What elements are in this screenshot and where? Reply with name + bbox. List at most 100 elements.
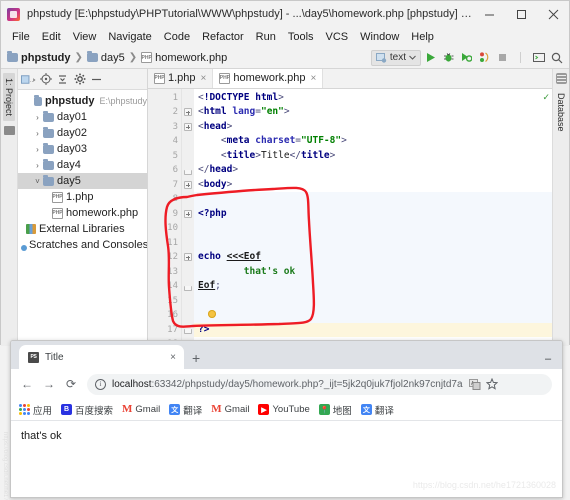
code-area[interactable]: 1 2 3 4 5 6 7 8 9 10 11 12 13 14 15 16 1… <box>148 88 552 346</box>
fold-marker[interactable] <box>182 250 194 265</box>
tree-item-day03[interactable]: › day03 <box>18 141 147 157</box>
tree-item-label: Scratches and Consoles <box>29 239 147 251</box>
menu-refactor[interactable]: Refactor <box>196 29 250 45</box>
run-configuration-selector[interactable]: text <box>370 49 421 66</box>
project-view-selector-icon[interactable]: .. <box>21 72 36 87</box>
chrome-browser-window: PS Title × + – ← → ⟳ i localhost:63342/p… <box>10 340 563 498</box>
menu-vcs[interactable]: VCS <box>320 29 355 45</box>
sidebar-item-project[interactable]: 1: Project <box>3 73 15 122</box>
debug-icon[interactable] <box>440 49 457 67</box>
line-number: 14 <box>167 281 178 292</box>
menu-window[interactable]: Window <box>354 29 405 45</box>
back-icon[interactable]: ← <box>17 374 37 394</box>
tree-item-1-php[interactable]: PHP 1.php <box>18 189 147 205</box>
tree-item-day5[interactable]: ˅ day5 <box>18 173 147 189</box>
translate-icon[interactable]: A <box>468 378 481 390</box>
breadcrumb-item-phpstudy[interactable]: phpstudy <box>7 51 71 64</box>
tree-item-label: External Libraries <box>39 223 125 235</box>
breadcrumb-item-day5[interactable]: day5 <box>86 51 125 64</box>
reload-icon[interactable]: ⟳ <box>61 374 81 394</box>
bookmark-baidu[interactable]: B 百度搜索 <box>61 403 113 417</box>
close-icon[interactable]: × <box>311 73 317 84</box>
fold-marker[interactable] <box>182 207 194 222</box>
menu-help[interactable]: Help <box>405 29 440 45</box>
fold-marker[interactable] <box>182 178 194 193</box>
menu-edit[interactable]: Edit <box>36 29 67 45</box>
tree-item-day4[interactable]: › day4 <box>18 157 147 173</box>
tab-homework-php[interactable]: PHP homework.php × <box>213 69 324 88</box>
profile-icon[interactable] <box>476 49 493 67</box>
intention-bulb-icon[interactable] <box>208 310 216 319</box>
fold-marker[interactable] <box>182 120 194 135</box>
code-folding-gutter[interactable] <box>182 88 194 346</box>
tree-item-day02[interactable]: › day02 <box>18 125 147 141</box>
menu-run[interactable]: Run <box>250 29 282 45</box>
bookmark-translate-1[interactable]: 文 翻译 <box>169 403 202 417</box>
tree-item-scratches-and-consoles[interactable]: Scratches and Consoles <box>18 237 147 253</box>
inspection-status-badge[interactable]: ✓ <box>542 92 550 103</box>
menu-view[interactable]: View <box>67 29 103 45</box>
bookmark-star-icon[interactable] <box>485 378 498 390</box>
menu-navigate[interactable]: Navigate <box>102 29 157 45</box>
code-text[interactable]: <!DOCTYPE html> <html lang="en"> <head> … <box>194 88 552 346</box>
bookmark-apps[interactable]: 应用 <box>19 403 52 417</box>
site-info-icon[interactable]: i <box>95 378 106 390</box>
tree-twisty[interactable]: › <box>32 161 43 170</box>
close-icon[interactable]: × <box>201 73 207 84</box>
bookmark-maps[interactable]: 📍 地图 <box>318 403 352 417</box>
minimize-icon[interactable] <box>473 1 505 27</box>
tree-item-day01[interactable]: › day01 <box>18 109 147 125</box>
run-with-coverage-icon[interactable] <box>458 49 475 67</box>
bookmark-label: 百度搜索 <box>75 405 114 417</box>
tree-item-homework-php[interactable]: PHP homework.php <box>18 205 147 221</box>
translate-icon: 文 <box>169 404 181 415</box>
close-icon[interactable] <box>537 1 569 27</box>
bookmark-gmail-1[interactable]: M Gmail <box>122 404 160 416</box>
page-output-text: that's ok <box>21 430 62 442</box>
menu-tools[interactable]: Tools <box>282 29 320 45</box>
code-line-14: Eof; <box>194 279 552 294</box>
hide-panel-icon[interactable] <box>89 72 104 87</box>
browser-tab-title[interactable]: PS Title × <box>19 345 184 369</box>
fold-marker-end[interactable] <box>182 323 194 338</box>
sidebar-item-database[interactable]: Database <box>555 88 567 137</box>
fold-marker[interactable] <box>182 105 194 120</box>
new-tab-button[interactable]: + <box>192 351 200 365</box>
close-icon[interactable]: × <box>170 352 176 363</box>
tree-twisty[interactable]: › <box>32 145 43 154</box>
tab-1-php[interactable]: PHP 1.php × <box>148 69 214 88</box>
tree-twisty[interactable]: › <box>32 129 43 138</box>
stop-icon[interactable] <box>494 49 511 67</box>
terminal-icon[interactable] <box>530 49 547 67</box>
watermark: https://blog.csdn.net/he1721360028 <box>412 480 556 490</box>
forward-icon[interactable]: → <box>39 374 59 394</box>
bookmark-gmail-2[interactable]: M Gmail <box>211 404 249 416</box>
menu-file[interactable]: File <box>6 29 36 45</box>
menu-code[interactable]: Code <box>158 29 196 45</box>
tree-item-phpstudy[interactable]: phpstudy E:\phpstudy <box>18 93 147 109</box>
locate-icon[interactable] <box>38 72 53 87</box>
settings-gear-icon[interactable] <box>72 72 87 87</box>
bookmark-youtube[interactable]: ▶ YouTube <box>258 404 310 415</box>
structure-icon[interactable] <box>3 126 15 136</box>
run-icon[interactable] <box>422 49 439 67</box>
collapse-all-icon[interactable] <box>55 72 70 87</box>
tree-item-external-libraries[interactable]: External Libraries <box>18 221 147 237</box>
breadcrumb-item-homework[interactable]: PHP homework.php <box>141 52 227 64</box>
external-libraries-icon <box>26 224 36 234</box>
address-bar[interactable]: i localhost:63342/phpstudy/day5/homework… <box>87 373 552 395</box>
youtube-icon: ▶ <box>258 404 270 415</box>
fold-marker-end[interactable] <box>182 279 194 294</box>
maximize-icon[interactable] <box>505 1 537 27</box>
toolbar-separator <box>512 49 529 67</box>
tree-twisty[interactable]: ˅ <box>32 177 43 186</box>
tree-twisty[interactable]: › <box>32 113 43 122</box>
bookmark-translate-2[interactable]: 文 翻译 <box>360 403 394 417</box>
fold-marker-end[interactable] <box>182 163 194 178</box>
database-icon[interactable] <box>555 73 567 84</box>
minimize-icon[interactable]: – <box>534 349 562 369</box>
search-everywhere-icon[interactable] <box>548 49 565 67</box>
